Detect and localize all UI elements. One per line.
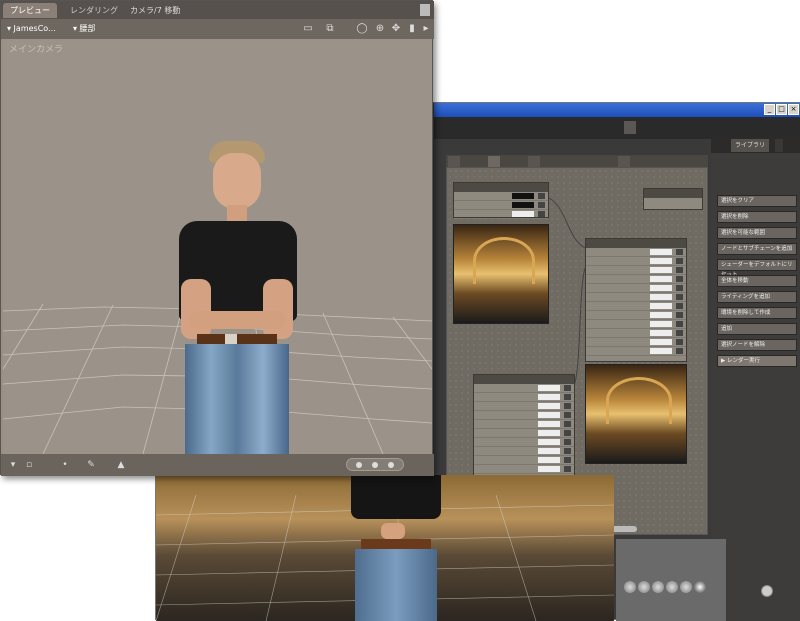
dot-icon[interactable]: • bbox=[59, 459, 71, 471]
dial-icon[interactable] bbox=[680, 581, 692, 593]
chevron-right-icon[interactable]: ▸ bbox=[419, 22, 433, 35]
add-lighting-button[interactable]: ライティングを追加 bbox=[717, 291, 797, 303]
dial-icon[interactable] bbox=[666, 581, 678, 593]
tab-other[interactable] bbox=[775, 139, 783, 152]
window-icon[interactable]: ▭ bbox=[301, 22, 315, 35]
material-select[interactable] bbox=[618, 156, 630, 167]
room-tab-pose[interactable] bbox=[464, 121, 476, 134]
window-titlebar[interactable]: _ □ × bbox=[434, 103, 800, 117]
background-render-strip bbox=[156, 475, 614, 621]
room-tab-cloth[interactable] bbox=[584, 121, 596, 134]
camera-view-icon[interactable]: ⧉ bbox=[323, 22, 337, 35]
render-button[interactable]: ▶ レンダー実行 bbox=[717, 355, 797, 367]
pen-icon[interactable]: ✎ bbox=[85, 459, 97, 471]
add-button[interactable]: 追加 bbox=[717, 323, 797, 335]
add-node-button[interactable]: ノードとサブチェーンを追加 bbox=[717, 243, 797, 255]
sphere-icon[interactable]: ⊕ bbox=[373, 22, 387, 35]
room-tabs-bar bbox=[434, 117, 800, 139]
room-tab-hair[interactable] bbox=[544, 121, 556, 134]
settings-icon[interactable] bbox=[761, 585, 773, 597]
maximize-icon[interactable]: □ bbox=[776, 104, 787, 115]
preview-statusbar: ▾ ▫ • ✎ ▲ bbox=[1, 454, 434, 476]
circle-icon[interactable]: ◯ bbox=[355, 22, 369, 35]
reset-shader-button[interactable]: シェーダーをデフォルトにリセット bbox=[717, 259, 797, 278]
tab-library[interactable]: ライブラリ bbox=[731, 139, 770, 152]
nav-dot-icon[interactable] bbox=[356, 462, 362, 468]
shader-tab-advanced[interactable] bbox=[488, 156, 500, 167]
panel-tabs: ライブラリ bbox=[711, 137, 800, 153]
move-all-button[interactable]: 全体を移動 bbox=[717, 275, 797, 287]
3d-viewport[interactable]: メインカメラ bbox=[3, 39, 432, 454]
delete-selection-button[interactable]: 選択を削除 bbox=[717, 211, 797, 223]
preview-toolbar: ▾ JamesCo... ▾ 腰部 ▭ ⧉ ◯ ⊕ ✥ ▮ ▸ bbox=[1, 19, 434, 39]
object-select[interactable] bbox=[528, 156, 540, 167]
shape-icon[interactable]: ▲ bbox=[115, 459, 127, 471]
nav-dot-icon[interactable] bbox=[388, 462, 394, 468]
figure-render-secondary bbox=[351, 475, 441, 621]
light-icon[interactable]: ▮ bbox=[405, 22, 419, 35]
figure-model[interactable] bbox=[175, 139, 301, 454]
select-range-button[interactable]: 選択を可能な範囲 bbox=[717, 227, 797, 239]
dial-icon[interactable] bbox=[652, 581, 664, 593]
room-tab-face[interactable] bbox=[504, 121, 516, 134]
minimize-icon[interactable]: _ bbox=[764, 104, 775, 115]
menu-arrow-icon[interactable]: ▾ bbox=[7, 459, 19, 471]
cross-move-icon[interactable]: ✥ bbox=[389, 22, 403, 35]
close-icon[interactable]: × bbox=[788, 104, 799, 115]
dial-icon[interactable] bbox=[638, 581, 650, 593]
frame-icon[interactable]: ▫ bbox=[23, 459, 35, 471]
clear-selection-button[interactable]: 選択をクリア bbox=[717, 195, 797, 207]
nav-dot-icon[interactable] bbox=[372, 462, 378, 468]
shader-tab-simple[interactable] bbox=[448, 156, 460, 167]
room-tab-material[interactable] bbox=[624, 121, 636, 134]
tab-render[interactable]: レンダリング bbox=[63, 3, 125, 18]
light-dials-panel bbox=[616, 539, 726, 621]
dial-icon[interactable] bbox=[624, 581, 636, 593]
preview-tabs: プレビュー レンダリング カメラ/7 移動 bbox=[1, 1, 434, 19]
deselect-node-button[interactable]: 選択ノードを解除 bbox=[717, 339, 797, 351]
figure-select[interactable]: ▾ JamesCo... bbox=[7, 22, 56, 36]
tab-camera-move[interactable]: カメラ/7 移動 bbox=[123, 3, 187, 18]
tab-preview[interactable]: プレビュー bbox=[3, 3, 57, 18]
navigation-controls[interactable] bbox=[346, 458, 404, 471]
preview-window: プレビュー レンダリング カメラ/7 移動 ▾ JamesCo... ▾ 腰部 … bbox=[0, 0, 434, 476]
actor-select[interactable]: ▾ 腰部 bbox=[73, 22, 96, 36]
scroll-icon[interactable] bbox=[420, 4, 430, 16]
dial-icon[interactable] bbox=[694, 581, 706, 593]
environment-button[interactable]: 環境を削除して作成 bbox=[717, 307, 797, 319]
